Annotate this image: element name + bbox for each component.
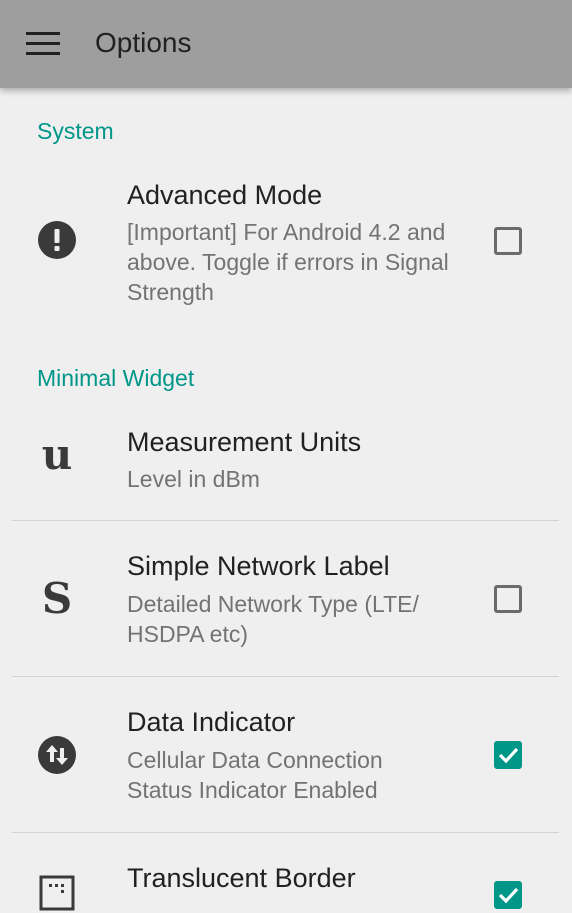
pref-summary: Cellular Data Connection Status Indicato…: [127, 747, 383, 803]
advanced-mode-checkbox[interactable]: [494, 227, 522, 255]
data-indicator-checkbox[interactable]: [494, 741, 522, 769]
pref-simple-network-label[interactable]: S Simple Network Label Detailed Network …: [0, 521, 572, 676]
pref-advanced-mode[interactable]: Advanced Mode [Important] For Android 4.…: [0, 170, 572, 320]
section-header-minimal-widget: Minimal Widget: [37, 365, 195, 391]
checkmark-icon: [498, 747, 519, 764]
pref-title: Advanced Mode: [127, 180, 323, 210]
pref-translucent-border[interactable]: Translucent Border: [0, 833, 572, 911]
letter-s-icon: S: [37, 574, 77, 623]
translucent-border-checkbox[interactable]: [494, 881, 522, 909]
pref-summary: [Important] For Android 4.2 and above. T…: [127, 219, 449, 305]
border-dotted-icon: [37, 873, 77, 913]
checkmark-icon: [498, 887, 519, 904]
pref-title: Measurement Units: [127, 427, 362, 457]
pref-data-indicator[interactable]: Data Indicator Cellular Data Connection …: [0, 677, 572, 832]
pref-title: Data Indicator: [127, 707, 296, 737]
letter-u-glyph: u: [41, 430, 73, 479]
simple-network-label-checkbox[interactable]: [494, 585, 522, 613]
pref-summary: Detailed Network Type (LTE/ HSDPA etc): [127, 591, 419, 647]
data-arrows-icon: [37, 735, 77, 775]
letter-u-icon: u: [37, 430, 77, 479]
exclamation-circle-icon: [37, 220, 77, 260]
pref-measurement-units[interactable]: u Measurement Units Level in dBm: [0, 415, 572, 520]
section-header-system: System: [37, 118, 114, 144]
hamburger-menu-icon[interactable]: [26, 32, 60, 56]
pref-summary: Level in dBm: [127, 466, 260, 492]
letter-s-glyph: S: [41, 574, 73, 623]
pref-title: Translucent Border: [127, 863, 356, 893]
pref-title: Simple Network Label: [127, 551, 390, 581]
app-toolbar: Options: [0, 0, 572, 88]
page-title: Options: [95, 27, 192, 58]
